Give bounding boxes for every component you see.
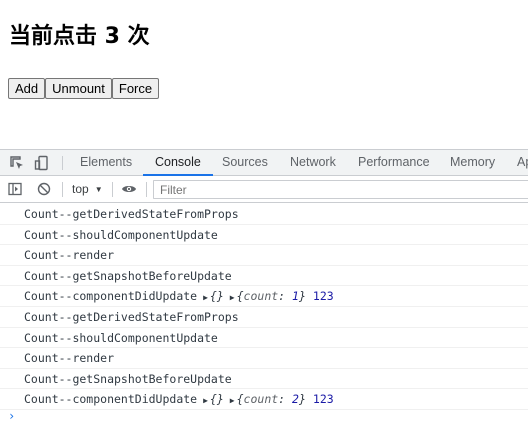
tab-network[interactable]: Network [290, 150, 336, 175]
console-prompt[interactable]: › [8, 409, 15, 423]
log-text: Count--render [24, 248, 115, 263]
toolbar-divider [62, 182, 63, 197]
console-messages: Count--getDerivedStateFromProps Count--s… [0, 204, 528, 410]
console-log-row: Count--render [0, 348, 528, 369]
tab-performance[interactable]: Performance [358, 150, 430, 175]
expand-triangle-icon[interactable]: ▶ [230, 293, 235, 302]
toolbar-divider [146, 182, 147, 197]
console-log-row: Count--getSnapshotBeforeUpdate [0, 369, 528, 390]
log-text: Count--getDerivedStateFromProps [24, 207, 239, 221]
tab-console[interactable]: Console [143, 150, 213, 176]
log-text: Count--getSnapshotBeforeUpdate [24, 371, 232, 386]
page-content: 当前点击 3 次 Add Unmount Force [0, 0, 528, 149]
eye-icon[interactable] [120, 181, 138, 197]
log-text: Count--shouldComponentUpdate [24, 227, 218, 242]
tab-sources[interactable]: Sources [222, 150, 268, 175]
tab-elements[interactable]: Elements [80, 150, 132, 175]
console-log-row: Count--getSnapshotBeforeUpdate [0, 266, 528, 287]
log-number: 123 [312, 392, 334, 407]
log-number: 123 [312, 289, 334, 304]
device-toolbar-icon[interactable] [33, 154, 51, 172]
expand-triangle-icon[interactable]: ▶ [230, 396, 235, 405]
object-preview[interactable]: {count: 1} [237, 289, 306, 303]
console-log-row: Count--shouldComponentUpdate [0, 225, 528, 246]
context-selector[interactable]: top ▼ [72, 182, 103, 196]
force-button[interactable]: Force [111, 78, 160, 99]
devtools-panel: Elements Console Sources Network Perform… [0, 149, 528, 424]
log-text: Count--componentDidUpdate [24, 289, 198, 304]
expand-triangle-icon[interactable]: ▶ [203, 396, 208, 405]
toolbar-divider [62, 156, 63, 170]
log-text: Count--shouldComponentUpdate [24, 330, 218, 345]
console-log-row: Count--shouldComponentUpdate [0, 328, 528, 349]
context-label: top [72, 182, 89, 196]
log-text: Count--componentDidUpdate [24, 392, 198, 407]
filter-input[interactable] [153, 180, 528, 199]
tab-application[interactable]: Ap [517, 150, 528, 175]
clear-console-icon[interactable] [36, 181, 52, 197]
console-log-row: Count--getDerivedStateFromProps [0, 307, 528, 328]
sidebar-toggle-icon[interactable] [7, 181, 23, 197]
devtools-tabbar: Elements Console Sources Network Perform… [0, 150, 528, 176]
tab-memory[interactable]: Memory [450, 150, 495, 175]
add-button[interactable]: Add [8, 78, 46, 99]
log-text: Count--getDerivedStateFromProps [24, 309, 239, 324]
inspect-icon[interactable] [8, 154, 26, 172]
log-text: Count--render [24, 351, 115, 366]
console-toolbar: top ▼ [0, 176, 528, 203]
object-preview[interactable]: {} [210, 289, 224, 303]
click-count-heading: 当前点击 3 次 [9, 24, 150, 49]
console-log-row: Count--getDerivedStateFromProps [0, 204, 528, 225]
object-preview[interactable]: {} [210, 392, 224, 406]
dropdown-caret-icon: ▼ [94, 184, 103, 194]
console-log-row: Count--componentDidUpdate ▶{} ▶ {count: 1} 1… [0, 286, 528, 307]
button-row: Add Unmount Force [8, 78, 160, 99]
console-log-row: Count--render [0, 245, 528, 266]
toolbar-divider [112, 182, 113, 197]
expand-triangle-icon[interactable]: ▶ [203, 293, 208, 302]
console-log-row: Count--componentDidUpdate ▶{} ▶ {count: 2} 1… [0, 389, 528, 410]
unmount-button[interactable]: Unmount [45, 78, 112, 99]
log-text: Count--getSnapshotBeforeUpdate [24, 268, 232, 283]
object-preview[interactable]: {count: 2} [237, 392, 306, 406]
